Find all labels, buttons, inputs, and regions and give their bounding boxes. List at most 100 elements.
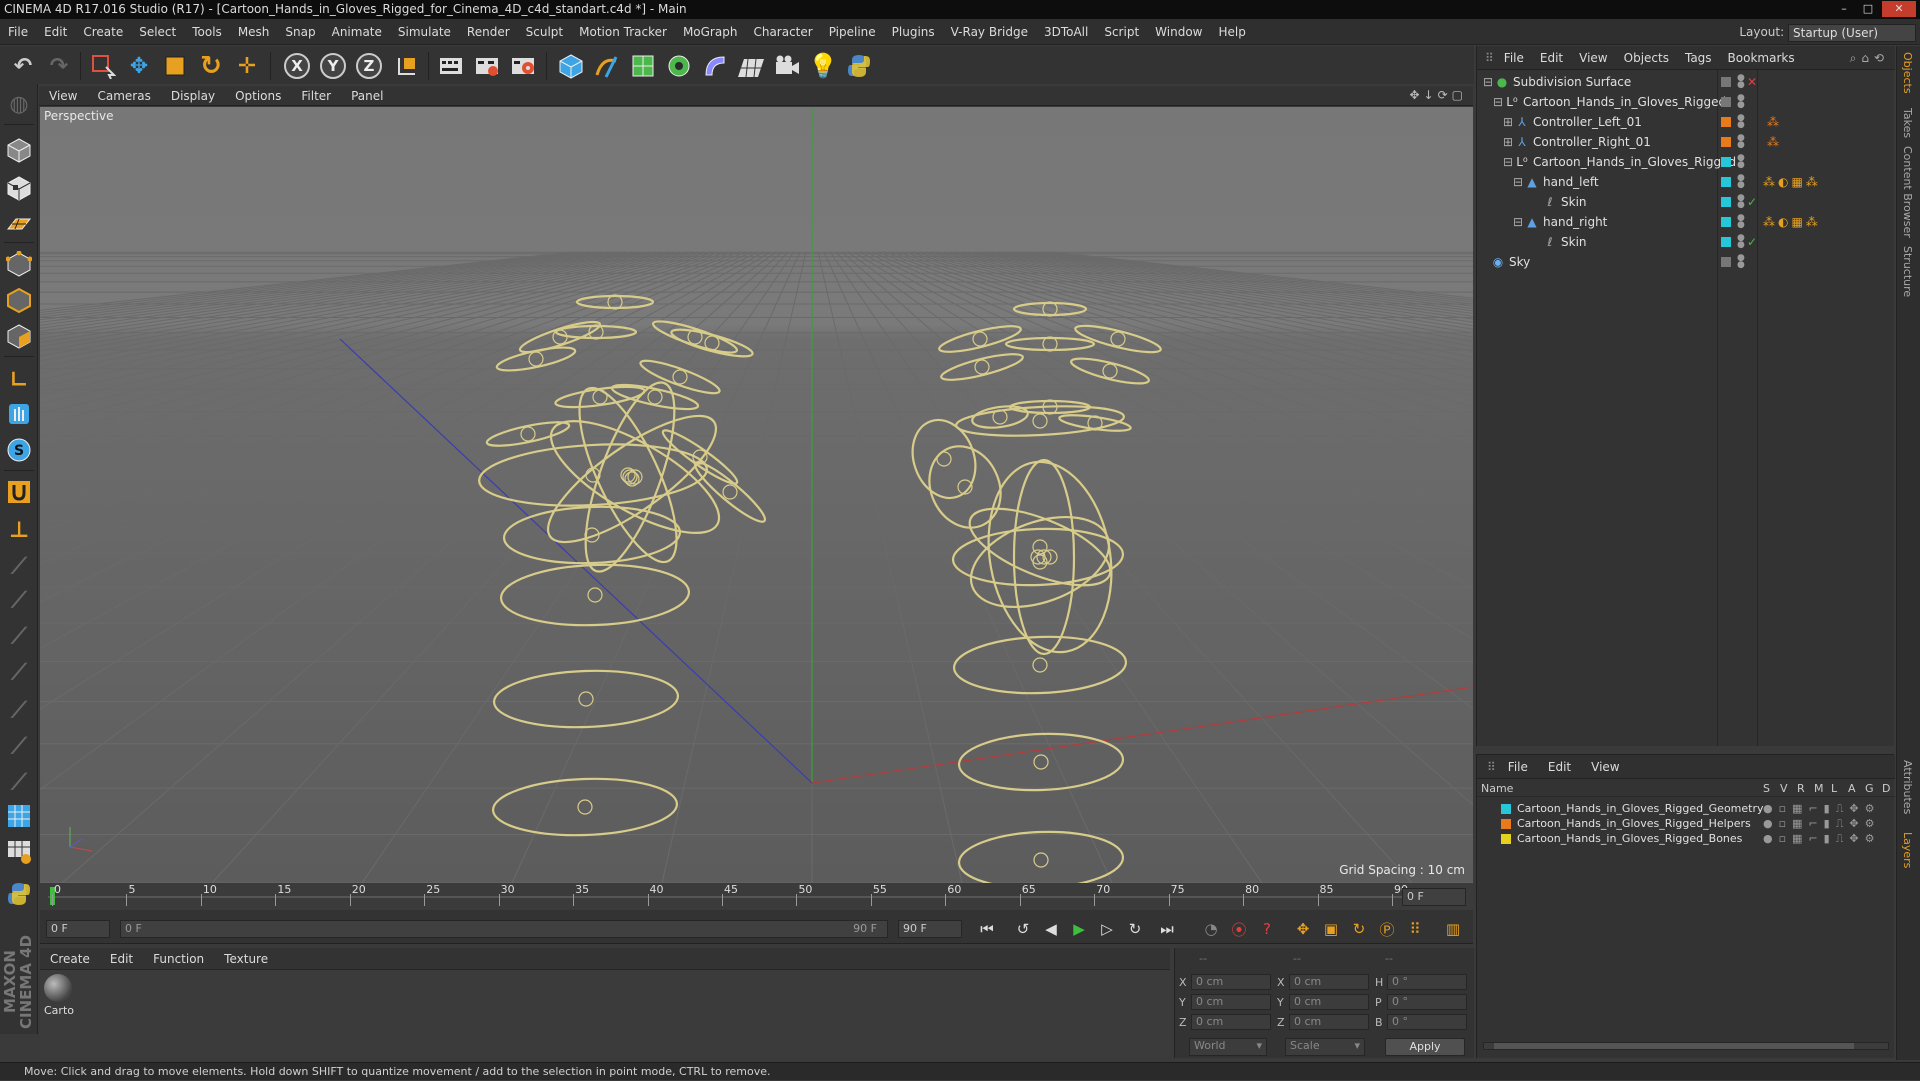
next-frame-icon[interactable]: ▷: [1096, 918, 1118, 940]
coord-rot-p-field[interactable]: 0 °: [1387, 994, 1467, 1010]
material-menu-texture[interactable]: Texture: [214, 948, 278, 970]
render-view-icon[interactable]: [436, 51, 466, 81]
visibility-dots[interactable]: ● ●: [1737, 94, 1745, 110]
controller-ring[interactable]: [1012, 301, 1088, 317]
menu-file[interactable]: File: [0, 19, 36, 45]
tree-row-controller-left[interactable]: ⊞ ⅄ Controller_Left_01 ● ● ⁂: [1477, 112, 1895, 132]
object-menu-file[interactable]: File: [1496, 46, 1532, 70]
maximize-button[interactable]: □: [1856, 1, 1880, 17]
collapse-icon[interactable]: ⊟: [1511, 175, 1525, 189]
live-selection-icon[interactable]: [88, 51, 118, 81]
weight-tool-icon[interactable]: ⟋: [3, 620, 35, 652]
sculpt-tool-icon[interactable]: ⟋: [3, 730, 35, 762]
object-menu-edit[interactable]: Edit: [1532, 46, 1571, 70]
key-rotation-icon[interactable]: ↻: [1348, 918, 1370, 940]
menu-create[interactable]: Create: [75, 19, 131, 45]
material-menu-create[interactable]: Create: [40, 948, 100, 970]
points-mode-icon[interactable]: [3, 248, 35, 280]
controller-ring[interactable]: [554, 324, 638, 340]
gear-grid-icon[interactable]: [3, 836, 35, 868]
z-axis-icon[interactable]: Z: [354, 51, 384, 81]
joint-marker[interactable]: [1033, 754, 1049, 770]
viewport-menu-panel[interactable]: Panel: [341, 86, 393, 106]
bone-tool-icon[interactable]: ⟋: [3, 550, 35, 582]
tree-row-skin-left[interactable]: ℓ Skin ● ● ✓: [1477, 192, 1895, 212]
viewport-menu-view[interactable]: View: [39, 86, 87, 106]
cube-primitive-icon[interactable]: [556, 51, 586, 81]
rotate-tool-icon[interactable]: ↻: [196, 51, 226, 81]
coord-pos-z-field[interactable]: 0 cm: [1191, 1014, 1271, 1030]
previous-key-icon[interactable]: ↺: [1012, 918, 1034, 940]
constraint-tag-icon[interactable]: ⁂: [1767, 112, 1779, 132]
side-tab-objects[interactable]: Objects: [1901, 52, 1914, 94]
spline-pen-icon[interactable]: [592, 51, 622, 81]
layer-menu-file[interactable]: File: [1498, 755, 1538, 779]
subdivision-surface-icon[interactable]: [628, 51, 658, 81]
joint-marker[interactable]: [592, 389, 608, 405]
texture-mode-icon[interactable]: [3, 172, 35, 204]
collapse-icon[interactable]: ⊟: [1481, 75, 1495, 89]
3d-viewport[interactable]: Perspective Grid Spacing : 10 cm: [40, 107, 1473, 883]
controller-ring[interactable]: [491, 776, 679, 838]
controller-ring[interactable]: [902, 411, 986, 507]
visibility-dots[interactable]: ● ●: [1737, 234, 1745, 250]
visibility-dots[interactable]: ● ●: [1737, 254, 1745, 270]
visibility-dots[interactable]: ● ●: [1737, 194, 1745, 210]
enabled-check-icon[interactable]: ✓: [1747, 232, 1757, 252]
layer-menu-view[interactable]: View: [1581, 755, 1629, 779]
render-settings-icon[interactable]: [508, 51, 538, 81]
start-frame-field[interactable]: 0 F: [46, 920, 110, 938]
constraint-tag-icon[interactable]: ⁂: [1767, 132, 1779, 152]
polygons-mode-icon[interactable]: [3, 320, 35, 352]
collapse-icon[interactable]: ⊟: [1511, 215, 1525, 229]
recent-tool-icon[interactable]: ✛: [232, 51, 262, 81]
menu-render[interactable]: Render: [459, 19, 518, 45]
menu-character[interactable]: Character: [745, 19, 820, 45]
controller-ring[interactable]: [669, 324, 754, 361]
timeline-window-icon[interactable]: ▥: [1442, 918, 1464, 940]
menu-sculpt[interactable]: Sculpt: [518, 19, 571, 45]
tree-row-hands-rigged-geometry[interactable]: ⊟ L⁰ Cartoon_Hands_in_Gloves_Rigged ● ●: [1477, 152, 1895, 172]
menu-plugins[interactable]: Plugins: [884, 19, 943, 45]
layer-toggles[interactable]: ●▫▦⌐▮⎍✥⚙: [1763, 816, 1881, 831]
viewport-menu-display[interactable]: Display: [161, 86, 225, 106]
axis-mode-icon[interactable]: ∟: [3, 364, 35, 396]
viewport-menu-filter[interactable]: Filter: [291, 86, 341, 106]
side-tab-content-browser[interactable]: Content Browser: [1901, 146, 1914, 238]
menu-snap[interactable]: Snap: [277, 19, 323, 45]
expand-icon[interactable]: ⊞: [1501, 115, 1515, 129]
coord-rot-b-field[interactable]: 0 °: [1387, 1014, 1467, 1030]
minimize-button[interactable]: –: [1832, 1, 1856, 17]
visibility-dots[interactable]: ● ●: [1737, 214, 1745, 230]
motion-record-icon[interactable]: ◔: [1200, 918, 1222, 940]
magnet-icon[interactable]: [3, 476, 35, 508]
python-script-icon[interactable]: [3, 878, 35, 910]
joint-marker[interactable]: [520, 426, 536, 442]
ik-tool-icon[interactable]: ⟋: [3, 584, 35, 616]
tree-row-sky[interactable]: ◉ Sky ● ●: [1477, 252, 1895, 272]
object-search-icon[interactable]: ⌕⌂⟲: [1850, 46, 1889, 70]
layer-toggles[interactable]: ●▫▦⌐▮⎍✥⚙: [1763, 801, 1881, 816]
visibility-dots[interactable]: ● ●: [1737, 174, 1745, 190]
mirror-tool-icon[interactable]: ⟋: [3, 766, 35, 798]
layer-row-geometry[interactable]: Cartoon_Hands_in_Gloves_Rigged_Geometry …: [1477, 801, 1895, 816]
tree-row-hand-right[interactable]: ⊟ ▲ hand_right ● ● ⁂◐▦⁂: [1477, 212, 1895, 232]
layer-row-helpers[interactable]: Cartoon_Hands_in_Gloves_Rigged_Helpers ●…: [1477, 816, 1895, 831]
menu-vray-bridge[interactable]: V-Ray Bridge: [943, 19, 1036, 45]
joint-marker[interactable]: [974, 359, 990, 375]
viewport-menu-cameras[interactable]: Cameras: [87, 86, 160, 106]
layer-menu-edit[interactable]: Edit: [1538, 755, 1581, 779]
object-menu-objects[interactable]: Objects: [1616, 46, 1677, 70]
coord-size-y-field[interactable]: 0 cm: [1289, 994, 1369, 1010]
side-tab-structure[interactable]: Structure: [1901, 246, 1914, 297]
object-menu-bookmarks[interactable]: Bookmarks: [1720, 46, 1803, 70]
menu-tools[interactable]: Tools: [184, 19, 230, 45]
object-menu-view[interactable]: View: [1571, 46, 1615, 70]
material-menu-function[interactable]: Function: [143, 948, 214, 970]
joint-marker[interactable]: [672, 369, 688, 385]
menu-motion-tracker[interactable]: Motion Tracker: [571, 19, 675, 45]
visibility-dots[interactable]: ● ●: [1737, 154, 1745, 170]
autokey-icon[interactable]: ?: [1256, 918, 1278, 940]
tags-icon[interactable]: ⁂◐▦⁂: [1763, 172, 1821, 192]
controller-ring[interactable]: [952, 634, 1128, 696]
